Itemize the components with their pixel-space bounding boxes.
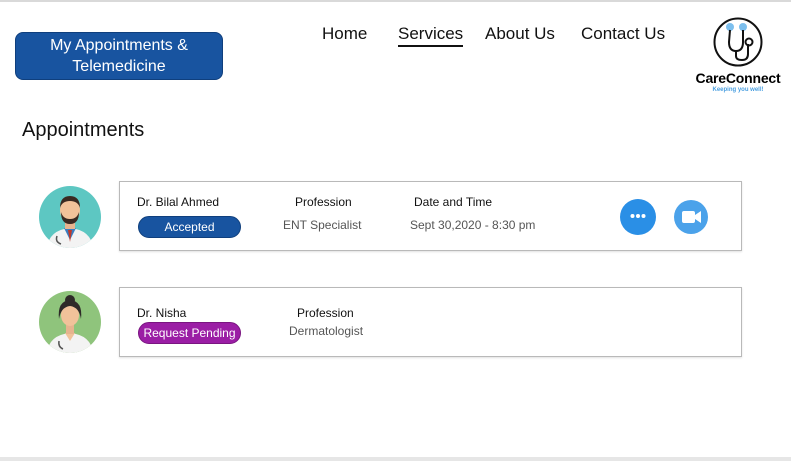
page-header-badge: My Appointments & Telemedicine <box>15 32 223 80</box>
appointment-card[interactable]: Dr. Bilal Ahmed Accepted Profession ENT … <box>119 181 742 251</box>
datetime-value: Sept 30,2020 - 8:30 pm <box>410 218 536 232</box>
doctor-name: Dr. Nisha <box>137 306 187 320</box>
careconnect-logo[interactable]: CareConnect Keeping you well! <box>686 16 790 102</box>
logo-name: CareConnect <box>695 70 781 86</box>
chat-button[interactable] <box>620 199 656 235</box>
nav-about-us[interactable]: About Us <box>485 24 555 44</box>
page-title: Appointments <box>22 119 145 141</box>
status-badge-pending: Request Pending <box>138 322 241 344</box>
status-badge-accepted: Accepted <box>138 216 241 238</box>
video-camera-icon <box>682 211 701 223</box>
profession-label: Profession <box>297 306 354 320</box>
header-badge-title: My Appointments & Telemedicine <box>50 37 188 75</box>
stethoscope-logo-icon <box>713 17 763 67</box>
profession-value: ENT Specialist <box>283 218 362 232</box>
doctor-female-avatar <box>39 291 101 353</box>
doctor-male-avatar <box>39 186 101 248</box>
video-call-button[interactable] <box>674 200 708 234</box>
datetime-label: Date and Time <box>414 195 493 209</box>
nav-contact-us[interactable]: Contact Us <box>581 24 665 44</box>
logo-tagline: Keeping you well! <box>712 87 764 93</box>
chat-icon <box>630 214 646 218</box>
appointment-card[interactable]: Dr. Nisha Request Pending Profession Der… <box>119 287 742 357</box>
doctor-name: Dr. Bilal Ahmed <box>137 195 220 209</box>
profession-label: Profession <box>295 195 352 209</box>
nav-home[interactable]: Home <box>322 24 367 44</box>
nav-services[interactable]: Services <box>398 24 464 47</box>
profession-value: Dermatologist <box>289 324 364 338</box>
